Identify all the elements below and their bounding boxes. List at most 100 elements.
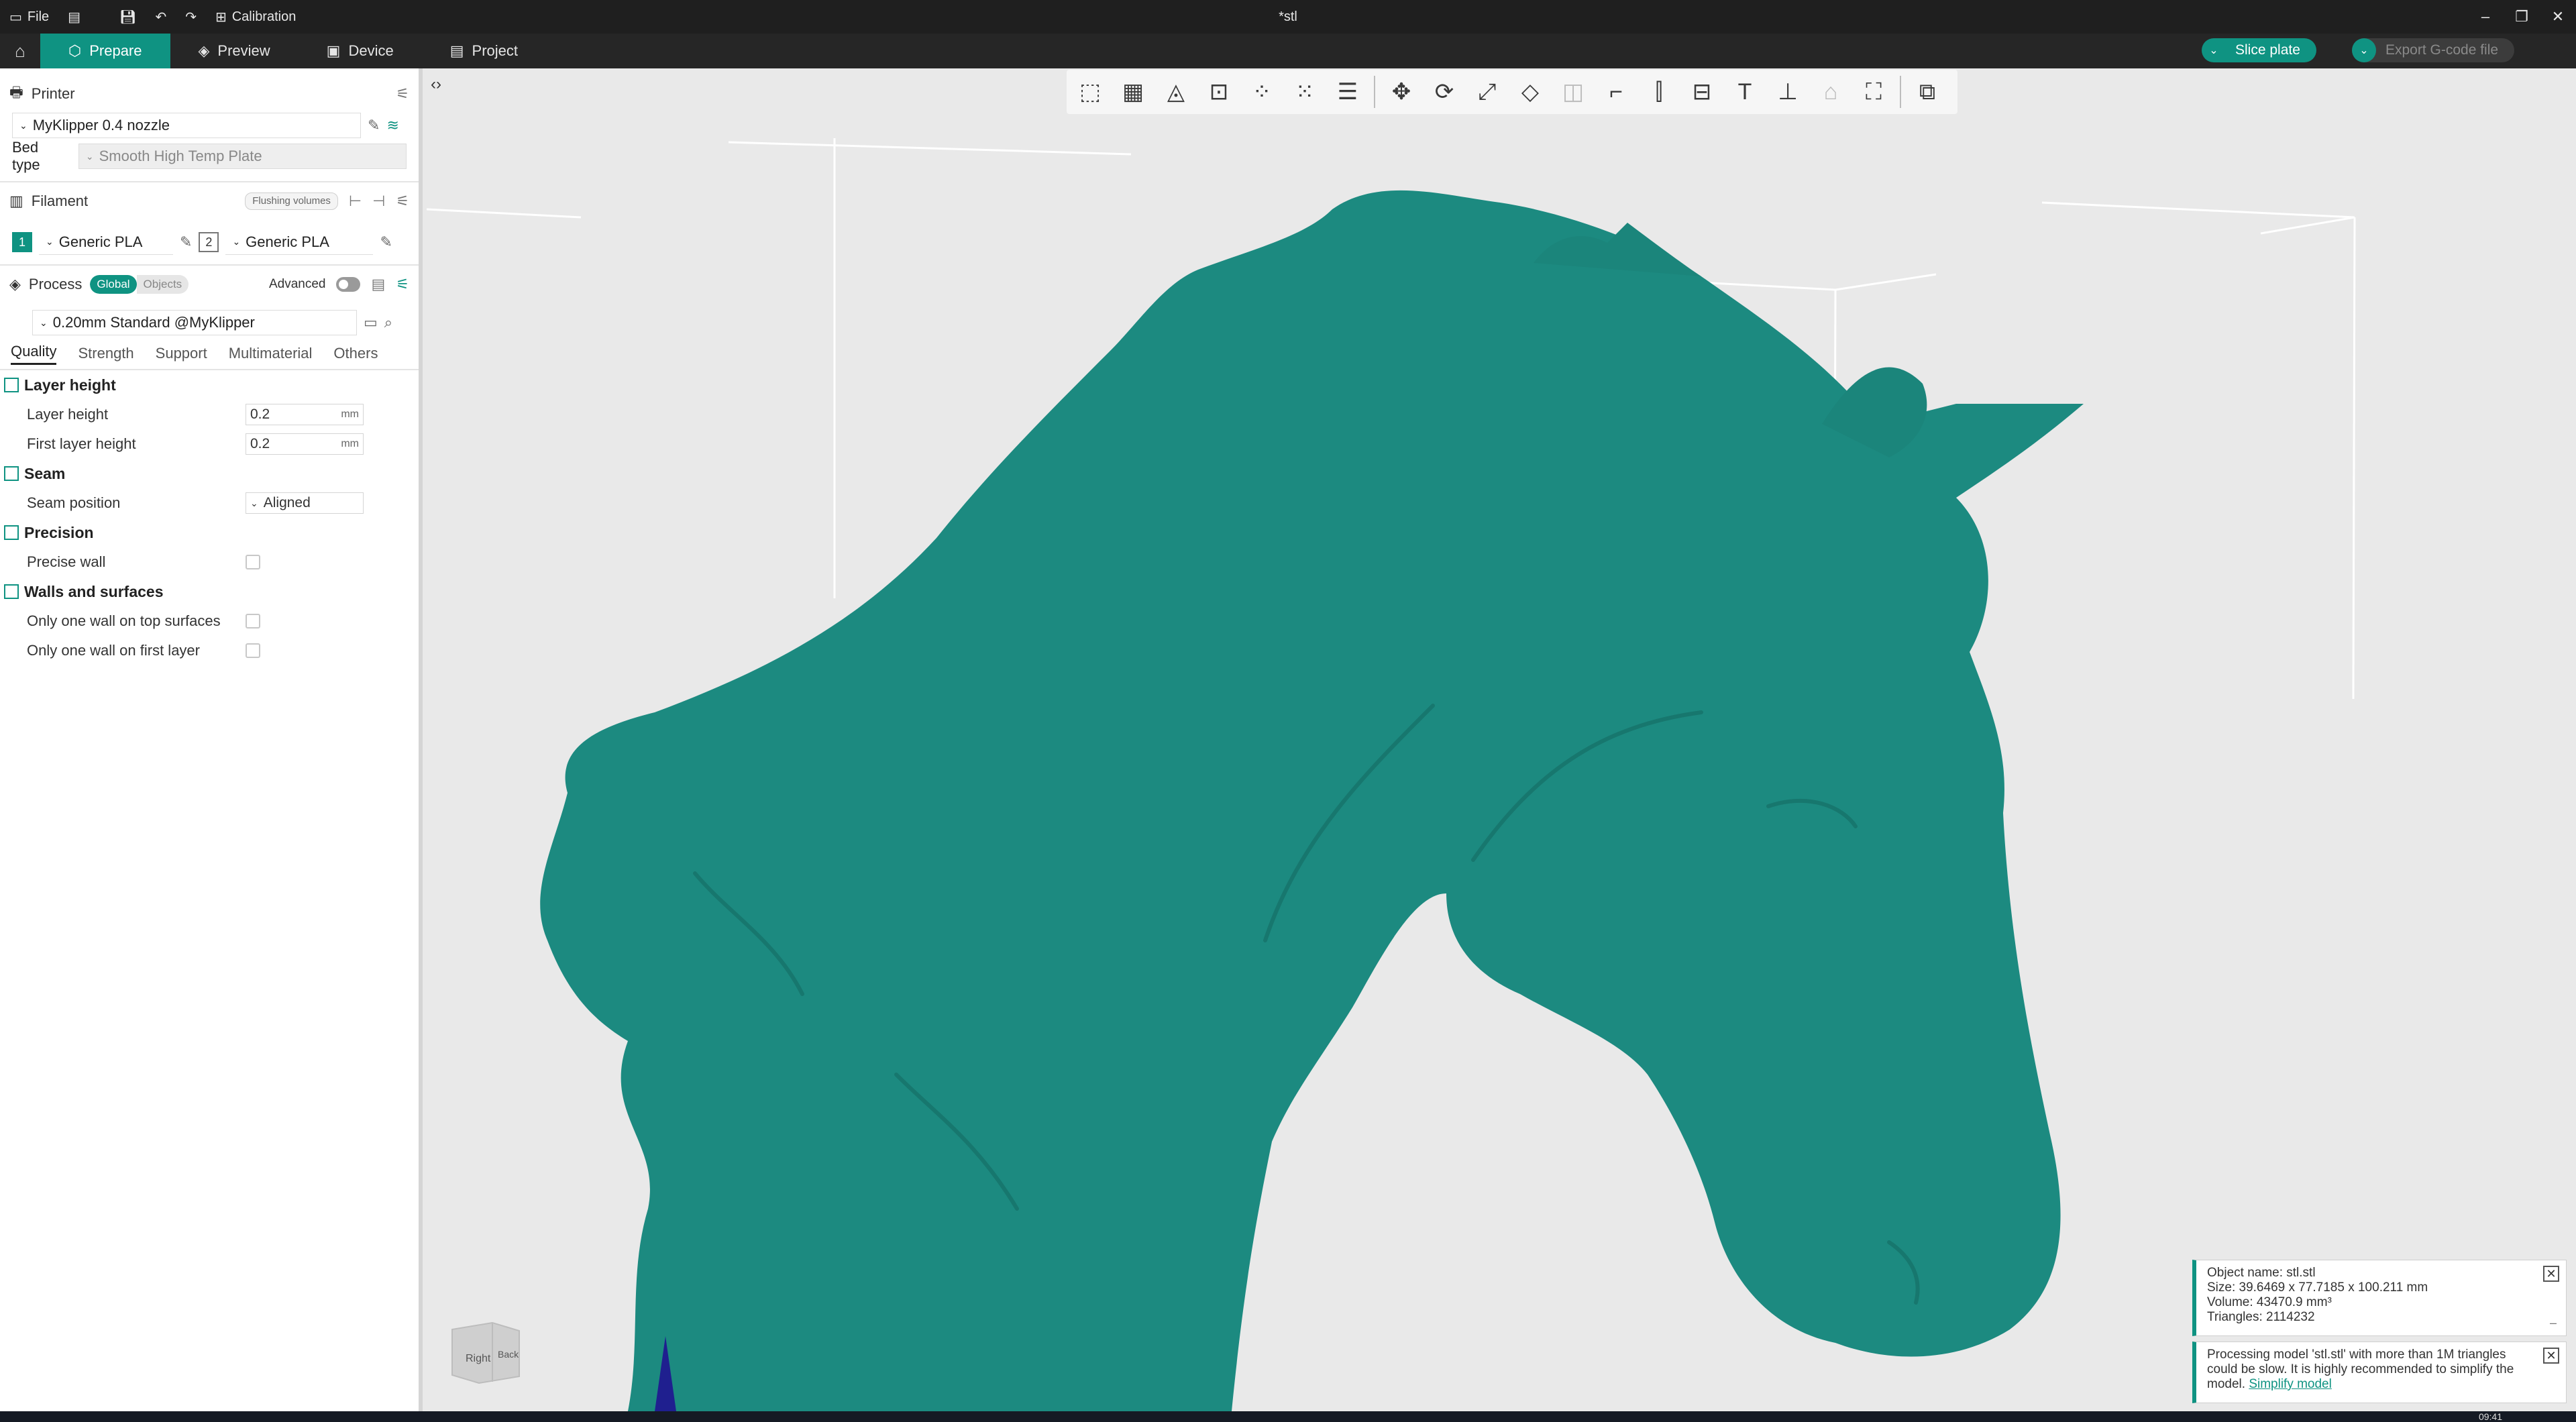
cut-icon[interactable]: ◫ — [1556, 75, 1590, 109]
remove-filament-icon[interactable]: ⊣ — [372, 193, 385, 210]
file-menu[interactable]: ▭ File — [0, 0, 58, 34]
tab-multimaterial[interactable]: Multimaterial — [229, 345, 313, 362]
support-painting-icon[interactable]: ⌐ — [1599, 75, 1633, 109]
measure-icon[interactable]: ⊥ — [1771, 75, 1805, 109]
assembly-icon[interactable]: ⌂ — [1814, 75, 1847, 109]
move-icon[interactable]: ✥ — [1385, 75, 1418, 109]
nav-right-face[interactable]: Right — [466, 1353, 491, 1364]
tab-others[interactable]: Others — [333, 345, 378, 362]
navigation-cube[interactable]: Right Back — [445, 1309, 539, 1390]
model-render[interactable] — [427, 68, 2576, 1411]
restore-button[interactable]: ❐ — [2504, 0, 2540, 34]
first-layer-height-option: First layer height 0.2 mm — [0, 429, 419, 459]
lay-on-face-icon[interactable]: ◇ — [1513, 75, 1547, 109]
scale-icon[interactable]: ⤢ — [1470, 75, 1504, 109]
filament-select-2[interactable]: ⌄ Generic PLA — [225, 229, 374, 255]
tab-device[interactable]: ▣ Device — [299, 34, 422, 68]
tab-preview[interactable]: ◈ Preview — [170, 34, 299, 68]
tab-project[interactable]: ▤ Project — [422, 34, 546, 68]
precise-wall-checkbox[interactable] — [246, 555, 260, 569]
horse-model[interactable] — [540, 190, 2084, 1411]
calibration-menu[interactable]: ⊞ Calibration — [206, 0, 305, 34]
process-preset-select[interactable]: ⌄ 0.20mm Standard @MyKlipper — [32, 310, 357, 335]
printer-settings-icon[interactable]: ⚟ — [396, 85, 409, 103]
simplify-model-link[interactable]: Simplify model — [2249, 1377, 2332, 1391]
variable-layer-icon[interactable]: ⊟ — [1685, 75, 1719, 109]
toolbar-separator — [1900, 76, 1901, 108]
wifi-icon[interactable]: ≋ — [386, 117, 398, 134]
window-title: *stl — [1279, 9, 1297, 24]
chevron-down-icon: ⌄ — [250, 497, 258, 508]
compare-icon[interactable]: ▤ — [371, 276, 385, 293]
one-wall-top-checkbox[interactable] — [246, 614, 260, 628]
tab-quality[interactable]: Quality — [11, 343, 57, 365]
3d-viewport[interactable]: ‹› ⬚ ▦ ◬ ⊡ ⁘ ⁙ ☰ ✥ ⟳ ⤢ ◇ ◫ ⌐ ⫿ ⊟ T ⊥ ⌂ ⛶… — [427, 68, 2576, 1411]
group-title: Seam — [24, 464, 66, 482]
split-objects-icon[interactable]: ⁘ — [1245, 75, 1279, 109]
minimize-button[interactable]: – — [2467, 0, 2504, 34]
seam-position-option: Seam position ⌄ Aligned — [0, 488, 419, 518]
edit-icon[interactable]: ✎ — [380, 233, 392, 251]
slice-plate-button[interactable]: ⌄ Slice plate — [2202, 38, 2316, 62]
layers-editing-icon[interactable]: ☰ — [1331, 75, 1364, 109]
edit-icon[interactable]: ✎ — [180, 233, 192, 251]
text-tool-icon[interactable]: T — [1728, 75, 1762, 109]
clock: 09:41 — [2478, 1411, 2502, 1422]
flushing-volumes-button[interactable]: Flushing volumes — [245, 193, 338, 210]
edit-icon[interactable]: ✎ — [368, 117, 380, 134]
arrange-icon[interactable]: ⊡ — [1202, 75, 1236, 109]
printer-select[interactable]: ⌄ MyKlipper 0.4 nozzle — [12, 113, 361, 138]
split-parts-icon[interactable]: ⁙ — [1288, 75, 1322, 109]
precision-icon — [4, 525, 19, 540]
home-icon: ⌂ — [15, 40, 25, 61]
close-icon[interactable]: ✕ — [2543, 1266, 2559, 1282]
device-icon: ▣ — [326, 42, 341, 59]
filament-section-title: Filament — [31, 193, 89, 209]
close-icon[interactable]: ✕ — [2543, 1348, 2559, 1364]
objects-option[interactable]: Objects — [136, 275, 189, 294]
global-option[interactable]: Global — [90, 275, 137, 294]
input-value: 0.2 — [250, 436, 270, 451]
global-objects-toggle[interactable]: Global Objects — [90, 275, 189, 294]
tab-prepare[interactable]: ⬡ Prepare — [40, 34, 170, 68]
save-button[interactable]: 💾︎ — [110, 0, 146, 34]
search-icon[interactable]: ⌕ — [384, 314, 392, 331]
option-label: First layer height — [27, 435, 136, 452]
tab-support[interactable]: Support — [156, 345, 207, 362]
bed-type-select[interactable]: ⌄ Smooth High Temp Plate — [78, 144, 407, 169]
calibration-label: Calibration — [231, 9, 297, 24]
rotate-icon[interactable]: ⟳ — [1428, 75, 1461, 109]
export-gcode-button[interactable]: ⌄ Export G-code file — [2352, 38, 2515, 62]
first-layer-height-input[interactable]: 0.2 mm — [246, 433, 364, 455]
chevron-down-icon: ⌄ — [40, 317, 48, 328]
advanced-toggle[interactable] — [336, 277, 361, 292]
unit-label: mm — [341, 408, 359, 420]
minimize-notification-icon[interactable]: – — [2550, 1315, 2557, 1330]
assembly-view-icon[interactable]: ⧉ — [1911, 75, 1944, 109]
auto-orient-icon[interactable]: ◬ — [1159, 75, 1193, 109]
redo-button[interactable]: ↷ — [176, 0, 206, 34]
one-wall-first-checkbox[interactable] — [246, 643, 260, 658]
seam-painting-icon[interactable]: ⫿ — [1642, 75, 1676, 109]
settings-panel: 🖶︎ Printer ⚟ ⌄ MyKlipper 0.4 nozzle ✎ ≋ … — [0, 68, 423, 1411]
layer-height-input[interactable]: 0.2 mm — [246, 404, 364, 425]
chevron-down-icon[interactable]: ⌄ — [2352, 38, 2376, 62]
add-object-icon[interactable]: ⬚ — [1073, 75, 1107, 109]
process-settings-icon[interactable]: ⚟ — [396, 276, 409, 293]
process-section-header: ◈ Process Global Objects Advanced ▤ ⚟ — [0, 268, 419, 300]
undo-button[interactable]: ↶ — [146, 0, 176, 34]
filament-select-1[interactable]: ⌄ Generic PLA — [39, 229, 173, 255]
nav-back-face[interactable]: Back — [498, 1349, 519, 1360]
save-preset-icon[interactable]: ▭ — [364, 314, 378, 331]
filament-slot-index: 1 — [12, 232, 32, 252]
seam-position-select[interactable]: ⌄ Aligned — [246, 492, 364, 514]
brim-ears-icon[interactable]: ⛶ — [1857, 75, 1890, 109]
notes-button[interactable]: ▤ — [58, 0, 90, 34]
home-button[interactable]: ⌂ — [0, 34, 40, 68]
add-filament-icon[interactable]: ⊢ — [349, 193, 362, 210]
chevron-down-icon[interactable]: ⌄ — [2202, 38, 2226, 62]
tab-strength[interactable]: Strength — [78, 345, 133, 362]
filament-settings-icon[interactable]: ⚟ — [396, 193, 409, 210]
add-plate-icon[interactable]: ▦ — [1116, 75, 1150, 109]
close-button[interactable]: ✕ — [2540, 0, 2576, 34]
